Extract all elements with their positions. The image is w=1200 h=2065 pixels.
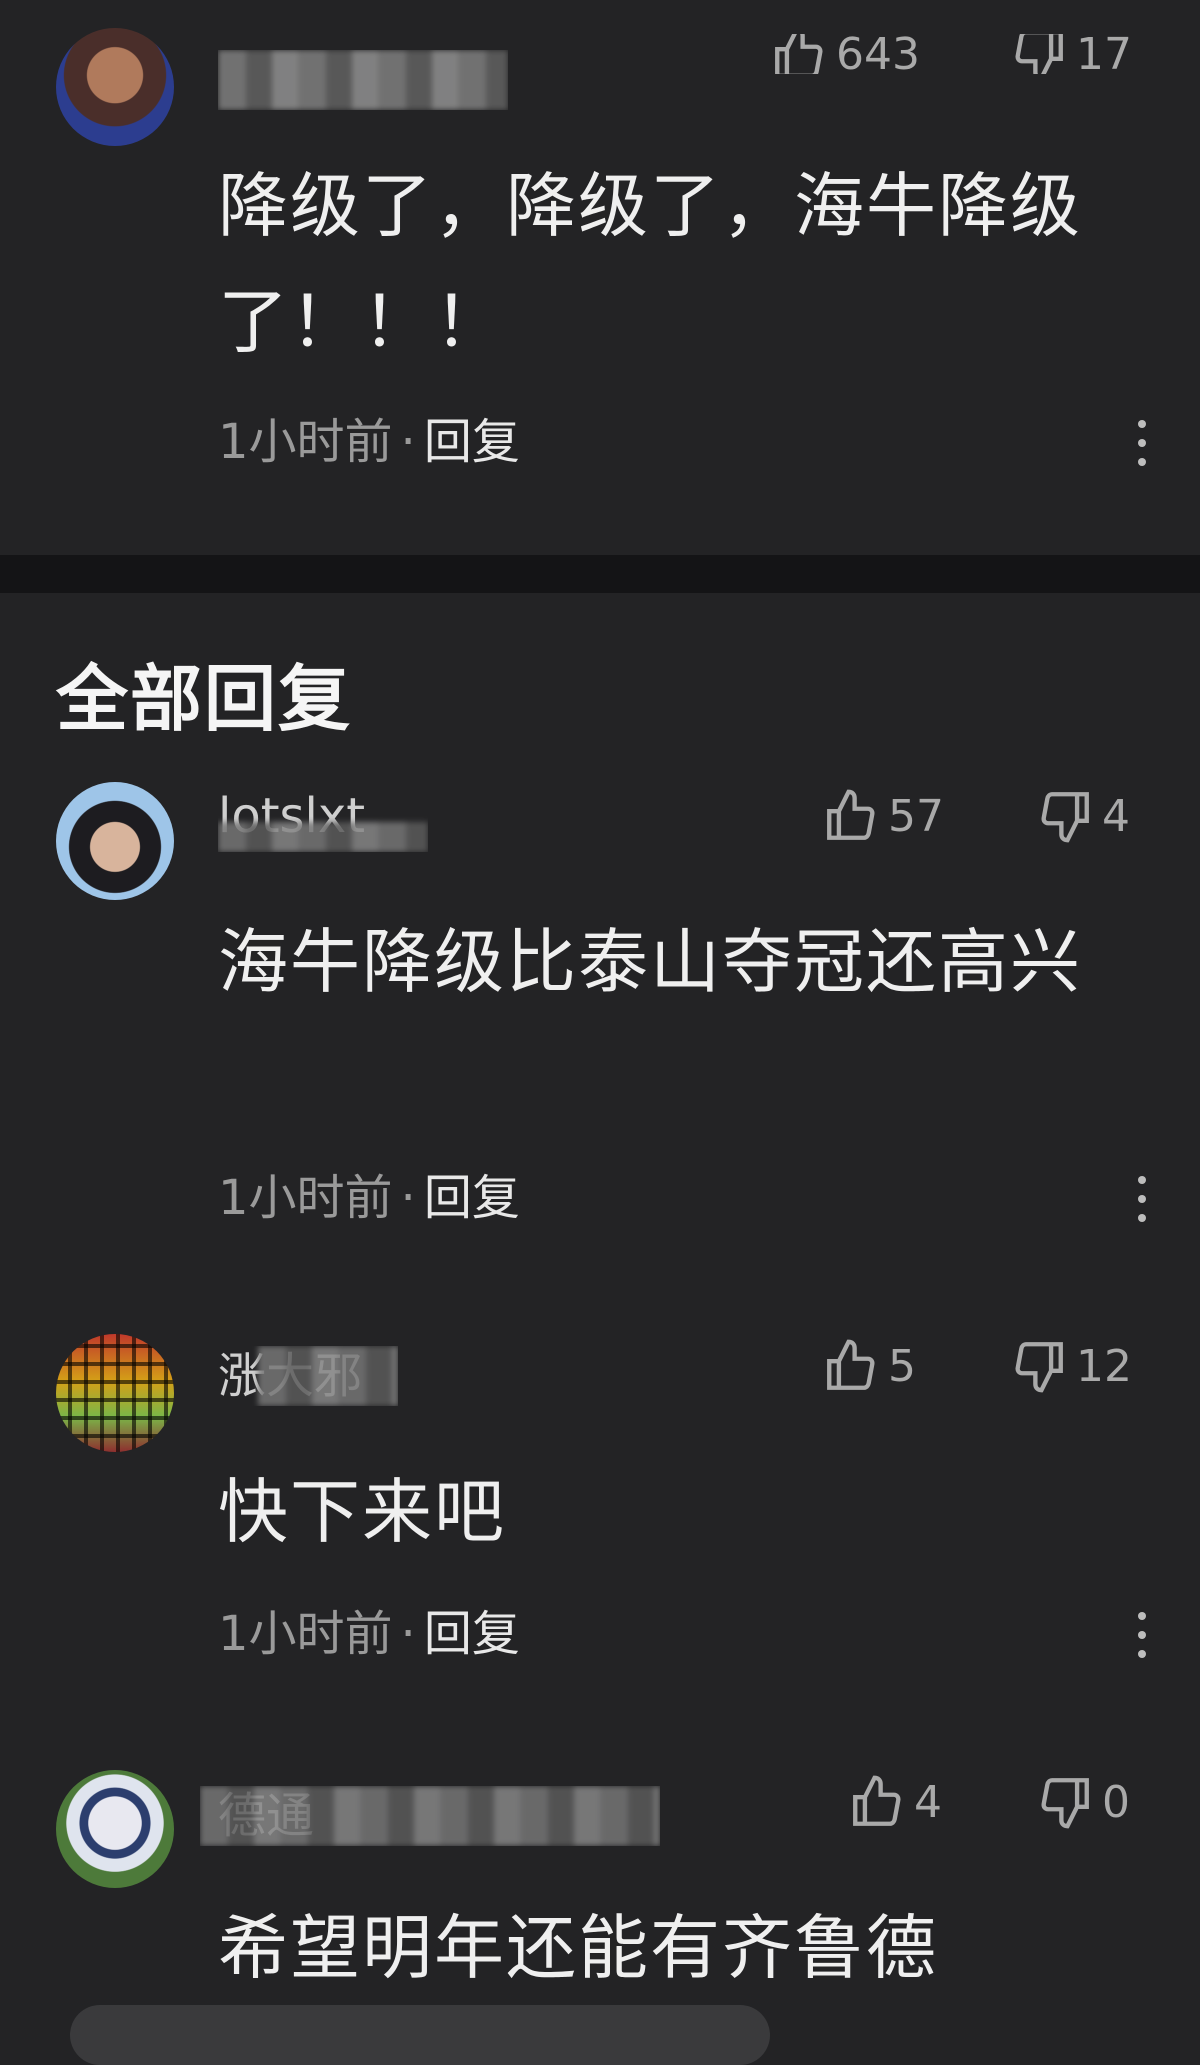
comment-meta: 1小时前 · 回复 [218,412,520,472]
like-count: 57 [888,790,944,842]
dislike-button[interactable]: 17 [1010,34,1132,74]
dislike-button[interactable]: 0 [1036,1772,1130,1832]
more-vertical-icon[interactable] [1132,420,1152,466]
avatar[interactable] [56,1334,174,1452]
dislike-count: 4 [1102,790,1130,842]
thumbs-down-icon [1015,1342,1063,1393]
separator-dot: · [400,1170,416,1226]
like-button[interactable]: 643 [770,34,920,74]
like-count: 5 [888,1340,916,1392]
username-blurred[interactable] [218,50,508,110]
timestamp: 1小时前 [218,414,393,470]
like-button[interactable]: 57 [822,786,944,846]
section-title: 全部回复 [56,657,353,741]
timestamp: 1小时前 [218,1170,393,1226]
separator-dot: · [400,1606,416,1662]
more-vertical-icon[interactable] [1132,1612,1152,1658]
thumbs-up-icon [827,789,875,840]
like-button[interactable]: 4 [848,1772,942,1832]
dislike-button[interactable]: 4 [1036,786,1130,846]
timestamp: 1小时前 [218,1606,393,1662]
dislike-count: 0 [1102,1776,1130,1828]
comment-meta: 1小时前 · 回复 [218,1168,520,1228]
reply-button[interactable]: 回复 [424,414,520,470]
comment-content: 海牛降级比泰山夺冠还高兴 [218,921,1082,1003]
comment-content: 降级了，降级了，海牛降级了！！！ [218,165,1082,363]
dislike-count: 17 [1076,34,1132,74]
dislike-button[interactable]: 12 [1010,1336,1132,1396]
thumbs-up-icon [775,34,823,74]
avatar[interactable] [56,782,174,900]
dislike-count: 12 [1076,1340,1132,1392]
thumbs-up-icon [853,1775,901,1826]
thumbs-down-icon [1015,34,1063,74]
comment-meta: 1小时前 · 回复 [218,1604,520,1664]
username[interactable]: 涨大邪 [218,1346,398,1406]
username[interactable]: 德通 [200,1786,660,1846]
avatar[interactable] [56,28,174,146]
like-button[interactable]: 5 [822,1336,916,1396]
separator-dot: · [400,414,416,470]
reply-button[interactable]: 回复 [424,1170,520,1226]
thumbs-up-icon [827,1339,875,1390]
like-count: 643 [836,34,920,74]
thumbs-down-icon [1041,1778,1089,1829]
comment-content: 希望明年还能有齐鲁德 [218,1907,938,1989]
bottom-input-bar[interactable] [70,2005,770,2065]
avatar[interactable] [56,1770,174,1888]
comment-content: 快下来吧 [218,1471,506,1553]
username[interactable]: lotslxt [218,792,428,852]
reply-button[interactable]: 回复 [424,1606,520,1662]
like-count: 4 [914,1776,942,1828]
more-vertical-icon[interactable] [1132,1176,1152,1222]
thumbs-down-icon [1041,792,1089,843]
section-divider [0,555,1200,593]
